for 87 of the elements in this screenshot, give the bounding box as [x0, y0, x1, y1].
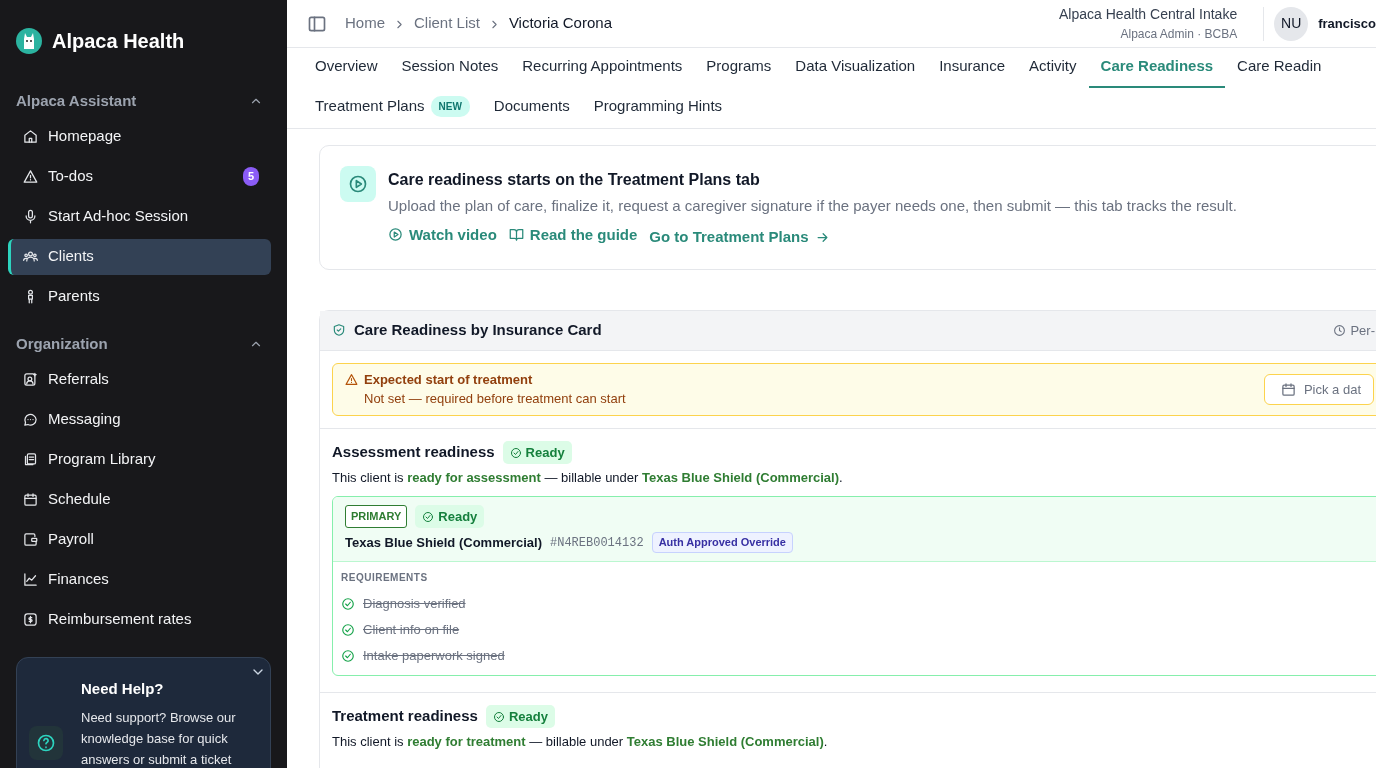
status-badge: Ready	[415, 504, 485, 529]
sidebar-item[interactable]: Program Library	[8, 441, 271, 477]
arrow-icon	[814, 230, 830, 245]
book-icon	[508, 227, 524, 243]
alpaca-logo	[16, 28, 42, 54]
user-role: Alpaca Admin · BCBA	[1119, 26, 1238, 43]
new-badge: NEW	[430, 96, 470, 117]
auth-tag: Auth Approved Override	[651, 532, 793, 553]
breadcrumb[interactable]: Client List	[414, 12, 480, 35]
tab[interactable]: Care Readiness	[1088, 48, 1226, 88]
link[interactable]: Go to Treatment Plans	[649, 226, 830, 249]
sidebar-item[interactable]: Clients	[8, 238, 271, 275]
chart-icon	[23, 571, 38, 587]
section-title: Treatment readiness	[332, 706, 478, 727]
wallet-icon	[23, 531, 38, 547]
microphone-icon	[23, 209, 38, 224]
tab[interactable]: Overview	[303, 48, 390, 88]
contact-icon	[23, 371, 38, 387]
breadcrumb[interactable]: Home	[345, 12, 385, 35]
chat-icon	[23, 411, 38, 427]
rank-tag: PRIMARY	[345, 505, 408, 528]
tab[interactable]: Activity	[1017, 48, 1089, 88]
tab[interactable]: Documents	[481, 88, 582, 128]
link[interactable]: Read the guide	[508, 223, 638, 246]
calendar-icon	[23, 491, 38, 507]
help-icon	[36, 733, 56, 753]
warning-icon	[345, 373, 358, 386]
section-heading: Alpaca Assistant	[16, 91, 137, 111]
summary-text: This client is ready for treatment — billable under Texas Blue Shield (Commercial).	[332, 733, 829, 752]
status-badge: Ready	[502, 440, 572, 465]
panel-meta: Per-	[1350, 321, 1375, 340]
date-picker-button[interactable]: Pick a dat	[1263, 373, 1374, 405]
check-icon	[422, 510, 435, 523]
warning-icon	[23, 169, 38, 184]
sidebar-item[interactable]: Payroll	[8, 521, 271, 557]
home-icon	[23, 129, 38, 144]
shield-icon	[332, 323, 346, 338]
avatar[interactable]: NU	[1274, 6, 1309, 41]
people-icon	[23, 249, 38, 264]
sidebar-item[interactable]: Parents	[8, 278, 271, 315]
sidebar-item[interactable]: Homepage	[8, 118, 271, 155]
requirement-text: Diagnosis verified	[363, 595, 466, 613]
sidebar-item[interactable]: Start Ad-hoc Session	[8, 198, 271, 235]
user-name: francisco	[1318, 14, 1376, 33]
calendar-icon	[1280, 381, 1296, 397]
help-text: Need support? Browse our knowledge base for quick answers or submit a ticket	[81, 708, 237, 768]
tab[interactable]: Treatment Plans NEW	[303, 88, 482, 128]
brand-name: Alpaca Health	[52, 29, 185, 54]
member-id: #N4REB0014132	[550, 534, 644, 552]
tab[interactable]: Programs	[694, 48, 784, 88]
section-heading: Organization	[16, 333, 108, 354]
requirement-text: Intake paperwork signed	[363, 647, 505, 665]
organization-name: Alpaca Health Central Intake	[1058, 5, 1238, 24]
sidebar-item[interactable]: Messaging	[8, 401, 271, 437]
dollar-icon	[23, 611, 38, 627]
tab[interactable]: Programming Hints	[581, 88, 735, 128]
play-icon	[388, 227, 403, 243]
tab[interactable]: Session Notes	[389, 48, 511, 88]
requirements-label: REQUIREMENTS	[341, 570, 429, 585]
sidebar-item[interactable]: To-dos 5	[8, 158, 271, 195]
summary-text: This client is ready for assessment — billable under Texas Blue Shield (Commercial).	[332, 469, 844, 488]
alert-title: Expected start of treatment	[364, 370, 533, 389]
banner-title: Care readiness starts on the Treatment Plans tab	[388, 170, 761, 190]
sidebar-item[interactable]: Schedule	[8, 481, 271, 517]
sidebar-item[interactable]: Reimbursement rates	[8, 601, 271, 637]
clock-icon	[1333, 323, 1347, 337]
check-icon	[509, 446, 522, 459]
payer-name: Texas Blue Shield (Commercial)	[345, 533, 542, 552]
tab[interactable]: Insurance	[927, 48, 1018, 88]
tab[interactable]: Care Readin	[1225, 48, 1334, 88]
help-title: Need Help?	[81, 679, 165, 699]
link[interactable]: Watch video	[388, 223, 497, 246]
document-icon	[23, 451, 38, 467]
sidebar-item[interactable]: Referrals	[8, 361, 271, 397]
status-badge: Ready	[485, 704, 555, 729]
banner-text: Upload the plan of care, finalize it, request a caregiver signature if the payer needs one, then submit — this tab tracks the result.	[388, 196, 1237, 216]
section-title: Assessment readiness	[332, 442, 495, 463]
tab[interactable]: Data Visualization	[783, 48, 928, 88]
alert-text: Not set — required before treatment can start	[363, 390, 626, 409]
requirement-text: Client info on file	[363, 621, 460, 639]
sidebar-item[interactable]: Finances	[8, 561, 271, 597]
panel-title: Care Readiness by Insurance Card	[354, 320, 602, 340]
play-icon	[348, 174, 368, 194]
tab[interactable]: Recurring Appointments	[510, 48, 695, 88]
breadcrumb[interactable]: Victoria Corona	[508, 12, 612, 35]
count-badge: 5	[242, 167, 259, 186]
check-icon	[492, 710, 505, 723]
